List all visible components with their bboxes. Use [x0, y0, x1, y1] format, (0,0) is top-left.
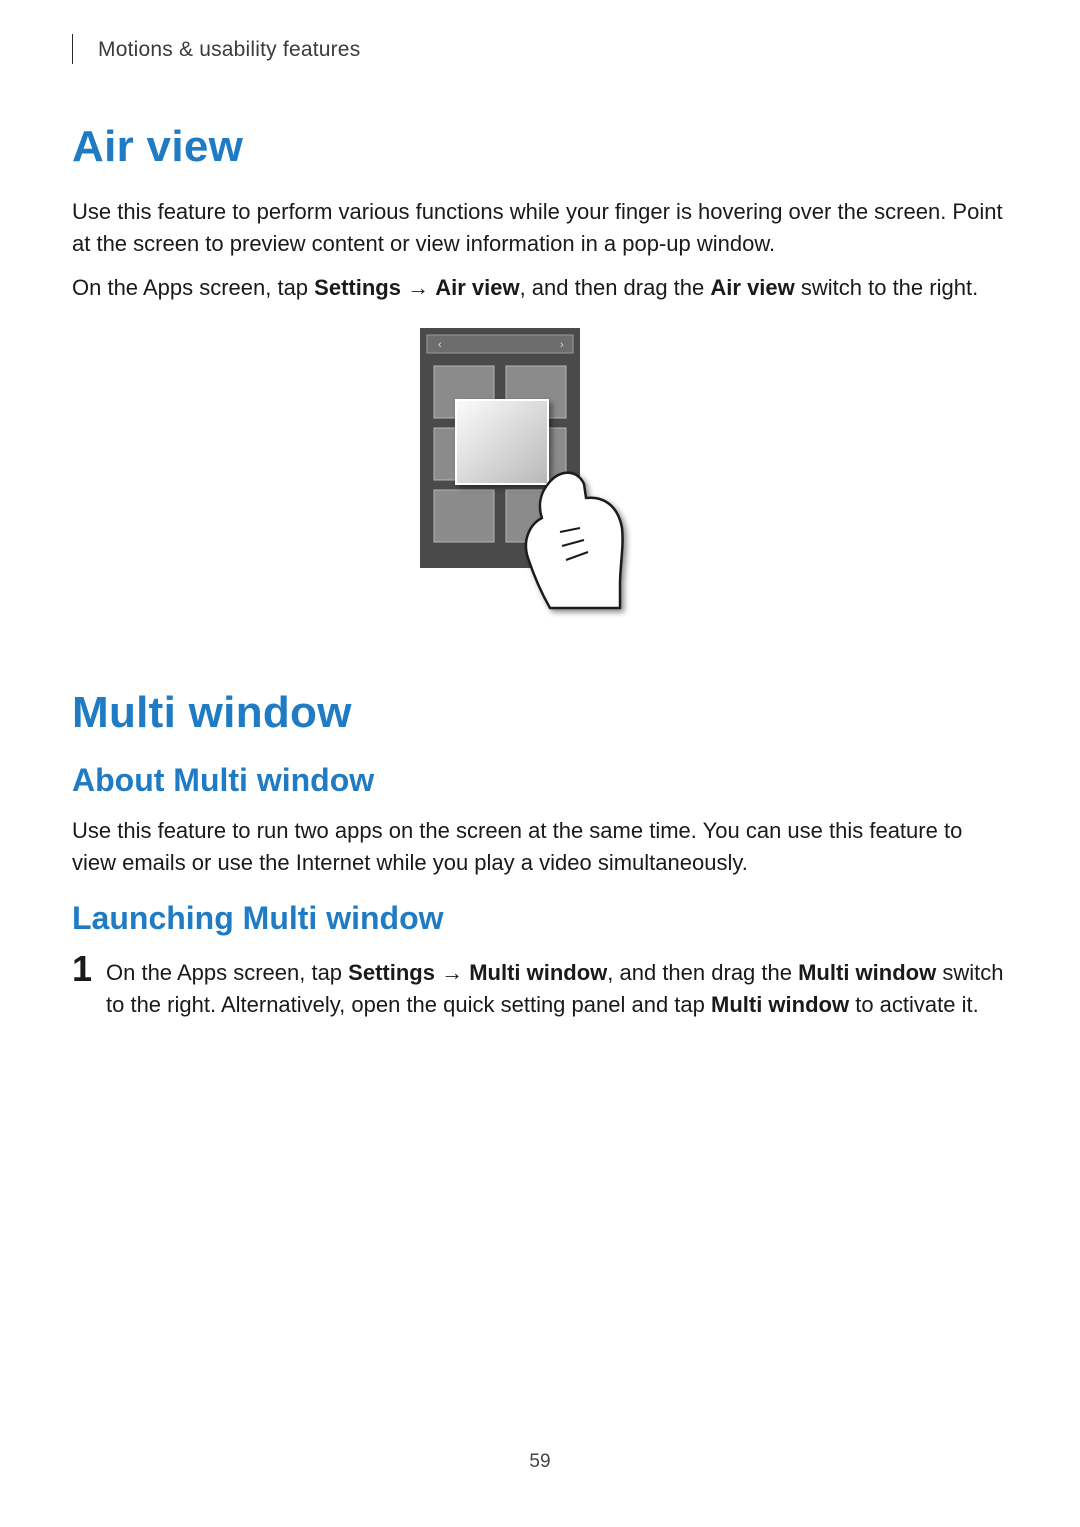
subheading-about-multi-window: About Multi window: [72, 762, 1008, 799]
svg-text:‹: ‹: [438, 339, 442, 351]
air-view-label: Air view: [435, 275, 519, 300]
air-view-instruction: On the Apps screen, tap Settings → Air v…: [72, 272, 1008, 304]
text: switch to the right.: [795, 275, 978, 300]
arrow: →: [435, 960, 469, 985]
air-view-label: Air view: [710, 275, 794, 300]
text: On the Apps screen, tap: [106, 960, 348, 985]
page-number: 59: [0, 1451, 1080, 1473]
text: , and then drag the: [520, 275, 711, 300]
heading-air-view: Air view: [72, 122, 1008, 172]
step-1-text: On the Apps screen, tap Settings → Multi…: [106, 953, 1008, 1021]
multi-window-label: Multi window: [469, 960, 607, 985]
air-view-description: Use this feature to perform various func…: [72, 196, 1008, 260]
air-view-illustration: ‹ ›: [72, 328, 1008, 628]
text: On the Apps screen, tap: [72, 275, 314, 300]
settings-label: Settings: [314, 275, 401, 300]
heading-multi-window: Multi window: [72, 688, 1008, 738]
phone-hover-icon: ‹ ›: [410, 328, 670, 628]
arrow: →: [401, 275, 435, 300]
multi-window-label: Multi window: [711, 992, 849, 1017]
page-header: Motions & usability features: [72, 36, 1008, 64]
breadcrumb: Motions & usability features: [98, 38, 360, 62]
settings-label: Settings: [348, 960, 435, 985]
svg-text:›: ›: [560, 339, 564, 351]
header-rule: [72, 34, 76, 64]
step-number: 1: [72, 951, 106, 987]
subheading-launching-multi-window: Launching Multi window: [72, 900, 1008, 937]
manual-page: Motions & usability features Air view Us…: [0, 0, 1080, 1527]
multi-window-label: Multi window: [798, 960, 936, 985]
text: to activate it.: [849, 992, 979, 1017]
step-1: 1 On the Apps screen, tap Settings → Mul…: [72, 953, 1008, 1021]
about-multi-window-text: Use this feature to run two apps on the …: [72, 815, 1008, 879]
text: , and then drag the: [607, 960, 798, 985]
